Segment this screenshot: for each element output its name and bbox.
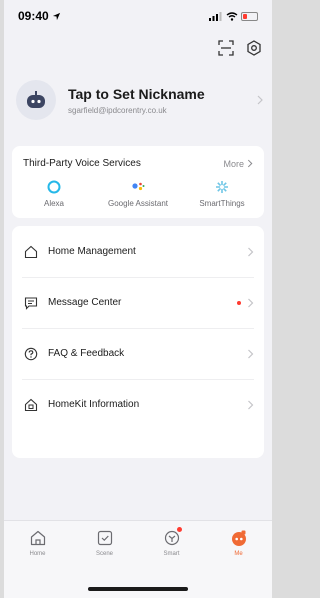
chevron-right-icon: [248, 247, 254, 256]
voice-services-title: Third-Party Voice Services: [23, 158, 141, 169]
home-tab-icon: [30, 530, 45, 546]
profile-header[interactable]: Tap to Set Nickname sgarfield@ipdcorentr…: [16, 74, 264, 126]
location-arrow-icon: [52, 12, 60, 20]
chevron-right-icon: [247, 159, 253, 168]
status-time: 09:40: [18, 9, 49, 23]
voice-service-smartthings[interactable]: SmartThings: [180, 179, 264, 208]
home-icon: [24, 245, 38, 258]
google-assistant-icon: [132, 182, 145, 191]
voice-service-alexa[interactable]: Alexa: [12, 179, 96, 208]
tab-label: Smart: [163, 551, 180, 557]
alexa-icon: [47, 180, 61, 194]
menu-card: Home Management Message Center FAQ & Fee…: [12, 226, 264, 458]
unread-dot: [237, 300, 241, 305]
message-icon: [24, 296, 38, 310]
battery-icon: [241, 11, 258, 21]
voice-service-label: Alexa: [43, 199, 64, 208]
menu-item-label: FAQ & Feedback: [48, 348, 125, 359]
voice-service-google-assistant[interactable]: Google Assistant: [96, 179, 180, 208]
tab-label: Home: [29, 551, 46, 557]
tab-home[interactable]: Home: [9, 529, 67, 598]
menu-item-message-center[interactable]: Message Center: [12, 277, 264, 328]
scene-tab-icon: [97, 530, 112, 546]
voice-services-more-button[interactable]: More: [223, 159, 253, 169]
voice-service-label: Google Assistant: [107, 199, 169, 208]
scan-icon[interactable]: [218, 40, 234, 56]
voice-services-card: Third-Party Voice Services More Alexa Go…: [12, 146, 264, 218]
settings-icon[interactable]: [246, 40, 262, 56]
home-indicator: [88, 587, 188, 591]
menu-item-homekit-information[interactable]: HomeKit Information: [12, 379, 264, 430]
tab-label: Me: [234, 551, 243, 557]
avatar[interactable]: [16, 80, 56, 120]
top-actions: [218, 40, 262, 56]
chevron-right-icon: [248, 349, 254, 358]
chevron-right-icon: [248, 298, 254, 307]
menu-item-label: HomeKit Information: [48, 399, 140, 410]
nickname-label[interactable]: Tap to Set Nickname: [68, 86, 256, 102]
chevron-right-icon: [257, 95, 263, 105]
chevron-right-icon: [248, 400, 254, 409]
tab-label: Scene: [95, 551, 113, 557]
tab-badge-dot: [176, 527, 182, 532]
me-tab-icon: [231, 530, 246, 546]
menu-item-label: Home Management: [48, 246, 136, 257]
signal-icon: [209, 11, 222, 21]
homekit-icon: [24, 398, 38, 411]
help-icon: [24, 347, 38, 360]
voice-service-label: SmartThings: [199, 199, 245, 208]
status-bar: 09:40: [4, 0, 272, 32]
wifi-icon: [226, 11, 238, 21]
smartthings-icon: [216, 181, 228, 193]
menu-item-home-management[interactable]: Home Management: [12, 226, 264, 277]
robot-avatar-icon: [27, 91, 45, 108]
email-label: sgarfield@ipdcorentry.co.uk: [68, 105, 167, 115]
menu-item-faq-feedback[interactable]: FAQ & Feedback: [12, 328, 264, 379]
me-screen: 09:40 Tap to Set Nickname sgarfield@ipdc…: [4, 0, 272, 598]
tab-me[interactable]: Me: [210, 529, 268, 598]
more-label: More: [223, 158, 244, 169]
menu-item-label: Message Center: [48, 297, 122, 308]
